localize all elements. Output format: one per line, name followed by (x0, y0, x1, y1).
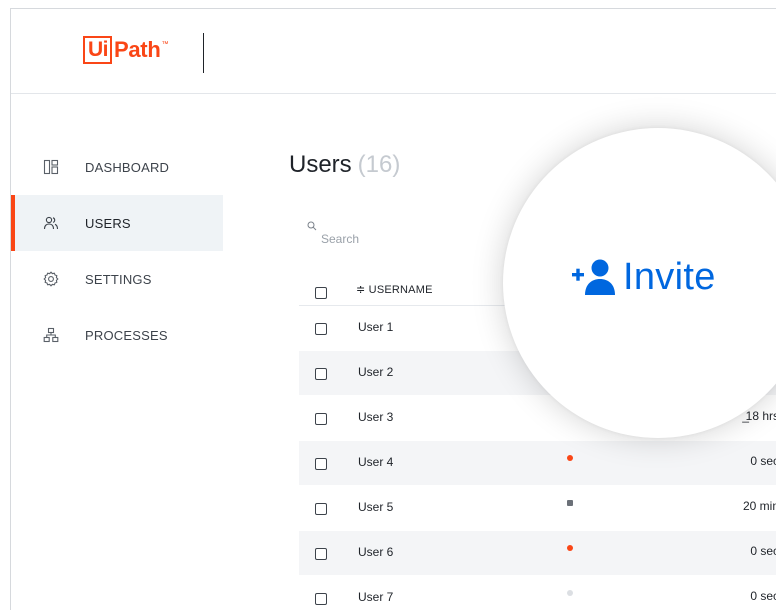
username-cell: User 4 (358, 455, 394, 469)
users-icon (43, 215, 59, 231)
status-indicator (567, 545, 573, 551)
user-count: (16) (357, 151, 401, 178)
top-bar: Ui Path ™ (11, 9, 776, 94)
row-checkbox[interactable] (315, 503, 327, 515)
status-indicator (567, 500, 573, 506)
username-cell: User 1 (358, 320, 394, 334)
row-checkbox[interactable] (315, 323, 327, 335)
processes-icon (43, 327, 59, 343)
time-cell: ̲18 hrs (745, 409, 776, 423)
username-cell: User 2 (358, 365, 394, 379)
time-cell: 0 sec (750, 454, 776, 468)
sidebar-item-users[interactable]: USERS (11, 195, 223, 251)
sidebar-item-label: DASHBOARD (85, 159, 170, 175)
row-checkbox[interactable] (315, 368, 327, 380)
time-cell: 0 sec (750, 544, 776, 558)
logo-boxed-text: Ui (83, 36, 112, 64)
username-cell: User 5 (358, 500, 394, 514)
sidebar: DASHBOARD USERS SETTINGS PROCESSES (11, 139, 223, 363)
status-indicator (567, 590, 573, 596)
sidebar-item-label: PROCESSES (85, 327, 168, 343)
table-row[interactable]: User 6 0 sec (299, 531, 776, 576)
row-checkbox[interactable] (315, 593, 327, 605)
page-title: Users (16) (289, 151, 400, 179)
dashboard-icon (43, 159, 59, 175)
sidebar-item-label: SETTINGS (85, 271, 152, 287)
search-icon (307, 221, 317, 231)
time-cell: 20 min (742, 499, 776, 513)
username-cell: User 6 (358, 545, 394, 559)
table-row[interactable]: User 7 0 sec (299, 576, 776, 610)
username-column-header[interactable]: ≑ USERNAME (356, 283, 433, 296)
uipath-logo[interactable]: Ui Path ™ (83, 35, 168, 65)
add-user-icon (572, 259, 615, 295)
table-row[interactable]: User 5 20 min (299, 486, 776, 531)
sidebar-item-label: USERS (85, 215, 131, 231)
status-indicator (567, 455, 573, 461)
logo-trademark: ™ (161, 40, 169, 48)
select-all-checkbox[interactable] (315, 287, 327, 299)
row-checkbox[interactable] (315, 548, 327, 560)
username-cell: User 3 (358, 410, 394, 424)
sidebar-item-processes[interactable]: PROCESSES (11, 307, 223, 363)
username-cell: User 7 (358, 590, 394, 604)
logo-divider (203, 33, 204, 73)
app-window: Ui Path ™ DASHBOARD USERS SETTINGS PROCE… (10, 8, 776, 610)
invite-label: Invite (623, 256, 716, 298)
row-checkbox[interactable] (315, 413, 327, 425)
sidebar-item-settings[interactable]: SETTINGS (11, 251, 223, 307)
time-cell: 0 sec (750, 589, 776, 603)
search-input[interactable] (319, 231, 483, 247)
page-title-text: Users (289, 151, 352, 178)
sidebar-item-dashboard[interactable]: DASHBOARD (11, 139, 223, 195)
row-checkbox[interactable] (315, 458, 327, 470)
logo-text: Path (114, 37, 161, 62)
invite-button[interactable]: Invite (571, 256, 716, 299)
table-row[interactable]: User 4 0 sec (299, 441, 776, 486)
gear-icon (43, 271, 59, 287)
